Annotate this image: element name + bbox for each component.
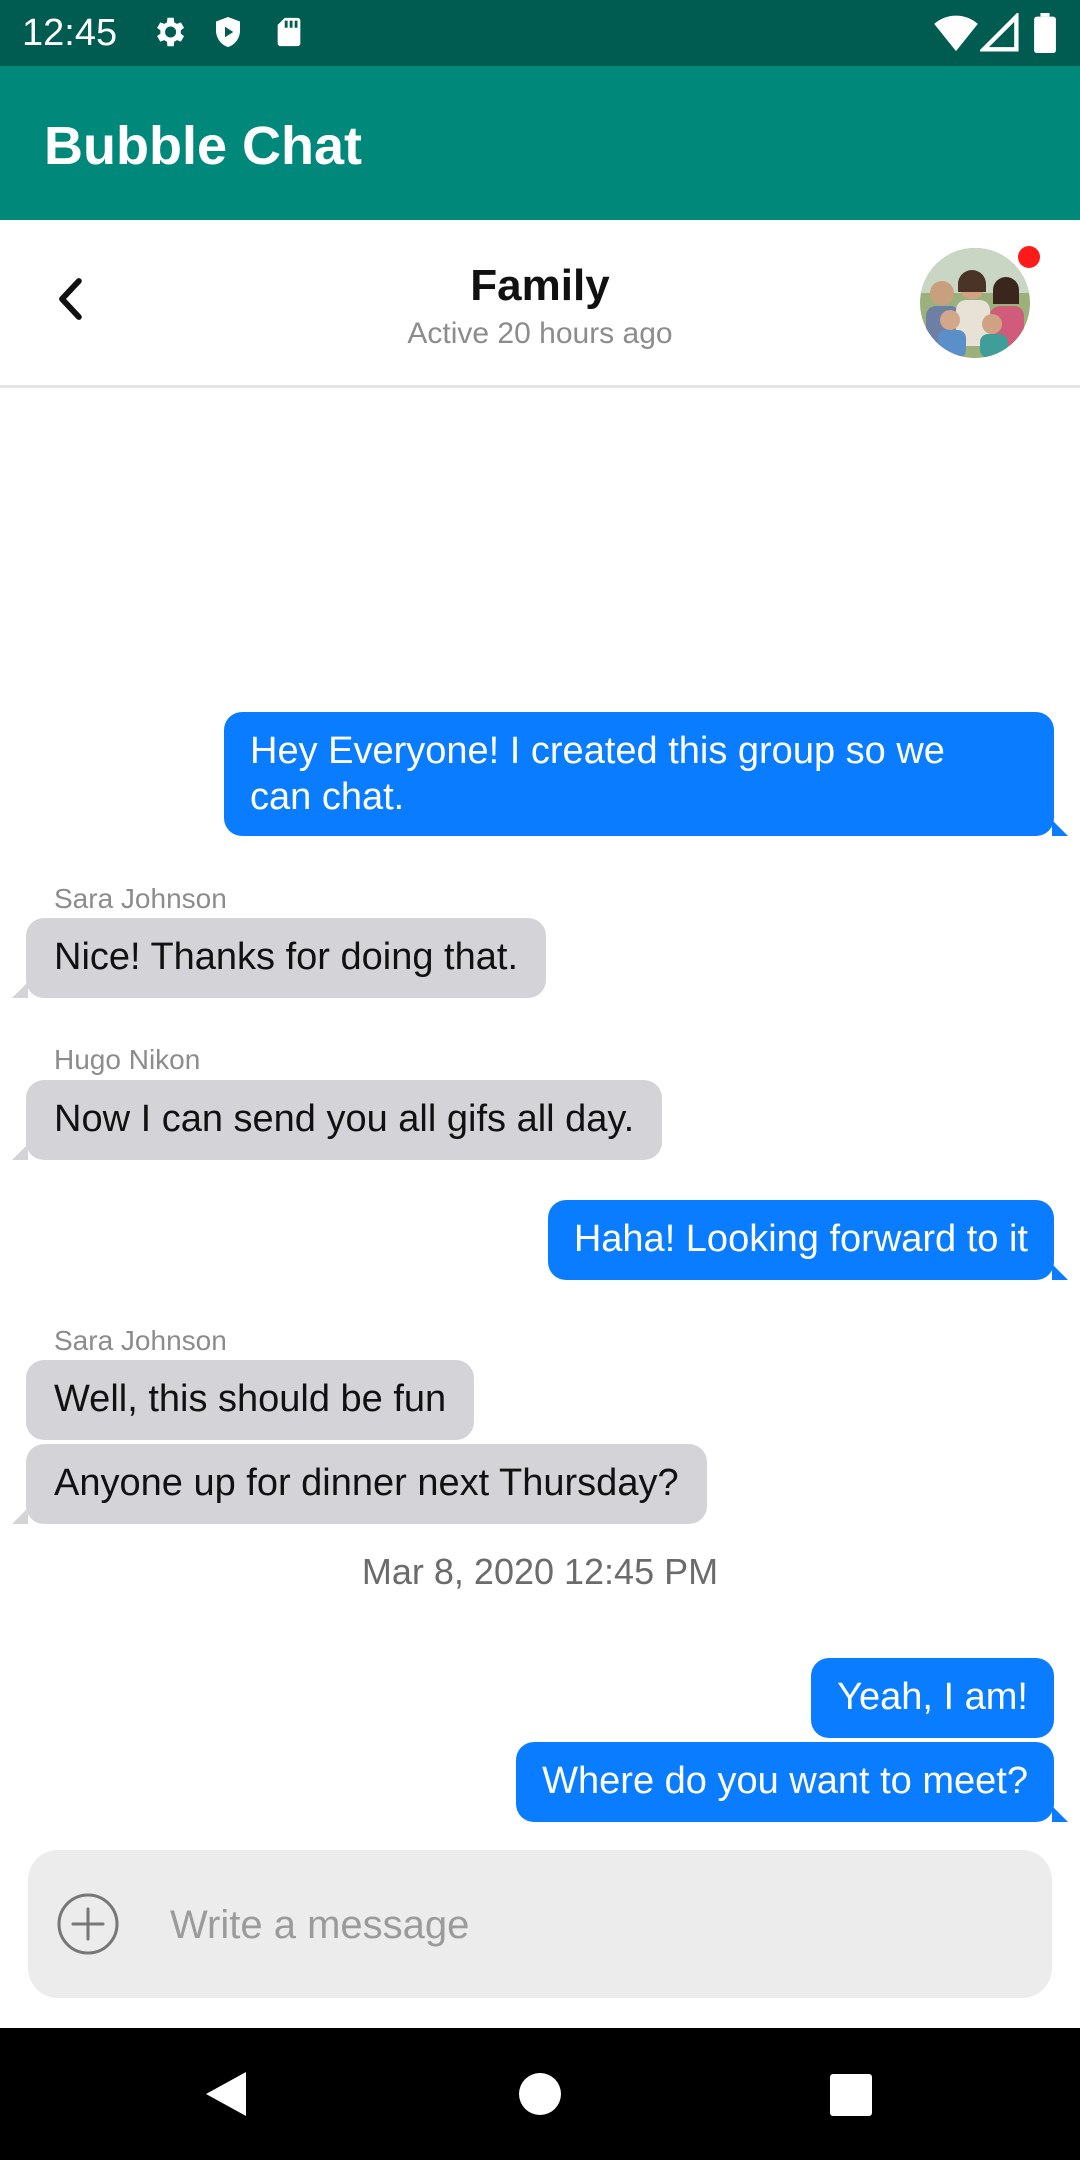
- status-bar: 12:45: [0, 0, 1080, 66]
- message-text: Anyone up for dinner next Thursday?: [54, 1462, 679, 1504]
- message-composer: [28, 1850, 1052, 1998]
- message-text-line: can chat.: [250, 776, 405, 818]
- sender-name: Sara Johnson: [54, 883, 227, 914]
- group-photo-avatar: [920, 248, 1030, 358]
- chat-subtitle: Active 20 hours ago: [407, 317, 673, 350]
- signal-icon: [978, 11, 1020, 58]
- chat-title: Family: [470, 261, 610, 310]
- incoming-message-bubble[interactable]: Anyone up for dinner next Thursday?: [26, 1444, 707, 1524]
- message-text-line: Hey Everyone! I created this group so we: [250, 730, 945, 772]
- home-circle-icon: [519, 2073, 561, 2115]
- nav-back-button[interactable]: [198, 2064, 258, 2124]
- outgoing-message-bubble[interactable]: Haha! Looking forward to it: [547, 1200, 1054, 1280]
- message-text: Well, this should be fun: [54, 1378, 447, 1420]
- gear-icon: [150, 13, 188, 56]
- back-triangle-icon: [206, 2072, 246, 2116]
- bubble-tail: [1052, 1264, 1068, 1280]
- message-text: Yeah, I am!: [837, 1676, 1028, 1718]
- app-bar: Bubble Chat: [0, 66, 1080, 220]
- message-text: Nice! Thanks for doing that.: [54, 936, 518, 978]
- outgoing-message-bubble[interactable]: Hey Everyone! I created this group so we…: [224, 712, 1054, 836]
- app-title: Bubble Chat: [44, 116, 362, 176]
- outgoing-message-bubble[interactable]: Where do you want to meet?: [516, 1742, 1054, 1822]
- unread-indicator: [1018, 246, 1040, 268]
- system-nav-bar: [0, 2028, 1080, 2160]
- bubble-tail: [12, 1144, 28, 1160]
- bubble-tail: [1052, 820, 1068, 836]
- battery-icon: [1034, 13, 1056, 58]
- message-timestamp: Mar 8, 2020 12:45 PM: [361, 1551, 719, 1592]
- recents-square-icon: [830, 2074, 872, 2116]
- message-text: Where do you want to meet?: [542, 1760, 1028, 1802]
- nav-recents-button[interactable]: [820, 2064, 880, 2124]
- status-time: 12:45: [22, 12, 118, 54]
- bubble-tail: [12, 1508, 28, 1524]
- bubble-tail: [12, 982, 28, 998]
- sd-card-icon: [272, 13, 306, 56]
- message-text: Haha! Looking forward to it: [573, 1218, 1028, 1260]
- shield-icon: [210, 13, 246, 56]
- incoming-message-bubble[interactable]: Now I can send you all gifs all day.: [26, 1080, 663, 1160]
- sender-name: Hugo Nikon: [54, 1044, 201, 1075]
- wifi-icon: [934, 13, 978, 58]
- add-attachment-button[interactable]: [56, 1892, 120, 1956]
- nav-home-button[interactable]: [510, 2064, 570, 2124]
- plus-circle-icon: [57, 1893, 119, 1955]
- chat-header: Family Active 20 hours ago: [0, 220, 1080, 388]
- bubble-tail: [1052, 1806, 1068, 1822]
- message-input[interactable]: [168, 1890, 1012, 1960]
- outgoing-message-bubble[interactable]: Yeah, I am!: [811, 1658, 1054, 1738]
- incoming-message-bubble[interactable]: Well, this should be fun: [26, 1360, 475, 1440]
- incoming-message-bubble[interactable]: Nice! Thanks for doing that.: [26, 918, 546, 998]
- message-text: Now I can send you all gifs all day.: [54, 1098, 635, 1140]
- sender-name: Sara Johnson: [54, 1325, 227, 1356]
- message-list[interactable]: Hey Everyone! I created this group so we…: [0, 388, 1080, 1848]
- group-avatar[interactable]: [920, 248, 1030, 358]
